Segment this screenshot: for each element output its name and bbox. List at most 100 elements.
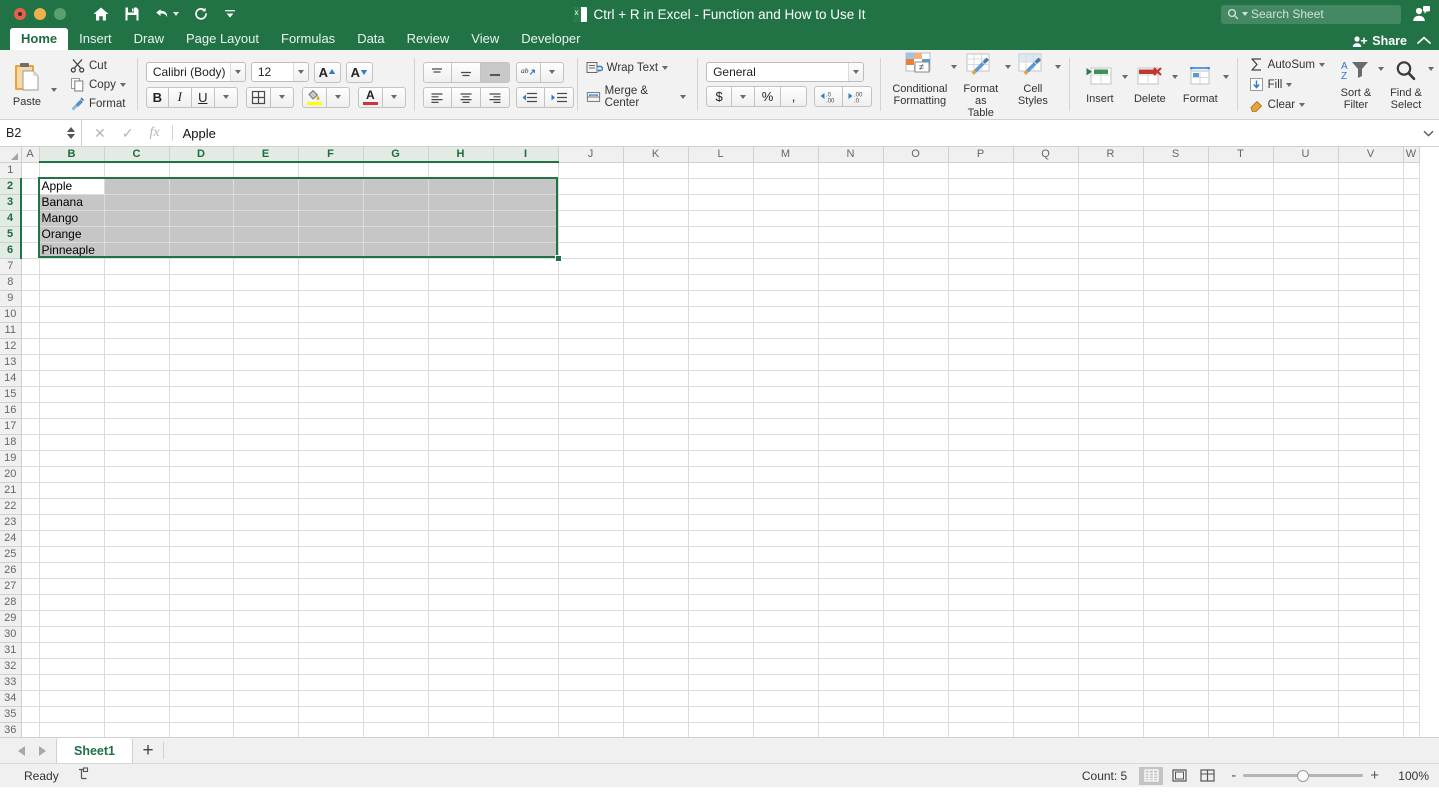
align-left-button[interactable] — [423, 87, 452, 108]
cell-g24[interactable] — [363, 530, 428, 546]
row-header-16[interactable]: 16 — [0, 402, 21, 418]
row-header-19[interactable]: 19 — [0, 450, 21, 466]
cell-k10[interactable] — [623, 306, 688, 322]
cell-i21[interactable] — [493, 482, 558, 498]
cell-t27[interactable] — [1208, 578, 1273, 594]
cell-v25[interactable] — [1338, 546, 1403, 562]
cell-n17[interactable] — [818, 418, 883, 434]
cell-v18[interactable] — [1338, 434, 1403, 450]
cell-o24[interactable] — [883, 530, 948, 546]
orientation-group[interactable]: ab — [516, 62, 564, 83]
cell-b24[interactable] — [39, 530, 104, 546]
formula-input[interactable]: Apple — [173, 120, 1417, 146]
cell-h3[interactable] — [428, 194, 493, 210]
row-header-27[interactable]: 27 — [0, 578, 21, 594]
cell-r5[interactable] — [1078, 226, 1143, 242]
cell-i33[interactable] — [493, 674, 558, 690]
cell-f11[interactable] — [298, 322, 363, 338]
cell-n14[interactable] — [818, 370, 883, 386]
row-header-18[interactable]: 18 — [0, 434, 21, 450]
cell-t29[interactable] — [1208, 610, 1273, 626]
cell-h18[interactable] — [428, 434, 493, 450]
cell-k2[interactable] — [623, 178, 688, 194]
cell-h33[interactable] — [428, 674, 493, 690]
cell-f31[interactable] — [298, 642, 363, 658]
cell-i30[interactable] — [493, 626, 558, 642]
cell-t19[interactable] — [1208, 450, 1273, 466]
search-scope-arrow[interactable] — [1242, 12, 1248, 16]
cell-t14[interactable] — [1208, 370, 1273, 386]
cell-w31[interactable] — [1403, 642, 1419, 658]
cell-a35[interactable] — [21, 706, 39, 722]
cell-n4[interactable] — [818, 210, 883, 226]
cell-i4[interactable] — [493, 210, 558, 226]
cell-h22[interactable] — [428, 498, 493, 514]
cell-h17[interactable] — [428, 418, 493, 434]
cell-f12[interactable] — [298, 338, 363, 354]
cell-n5[interactable] — [818, 226, 883, 242]
cell-r17[interactable] — [1078, 418, 1143, 434]
row-header-13[interactable]: 13 — [0, 354, 21, 370]
cell-v6[interactable] — [1338, 242, 1403, 258]
cell-c7[interactable] — [104, 258, 169, 274]
cell-s30[interactable] — [1143, 626, 1208, 642]
cell-h15[interactable] — [428, 386, 493, 402]
cell-i27[interactable] — [493, 578, 558, 594]
cell-e30[interactable] — [233, 626, 298, 642]
cell-l35[interactable] — [688, 706, 753, 722]
cut-button[interactable]: Cut — [67, 57, 129, 74]
cell-h29[interactable] — [428, 610, 493, 626]
cell-m8[interactable] — [753, 274, 818, 290]
column-header-c[interactable]: C — [104, 147, 169, 162]
cell-t2[interactable] — [1208, 178, 1273, 194]
format-painter-button[interactable]: Format — [67, 95, 129, 112]
cancel-icon[interactable]: ✕ — [94, 125, 106, 142]
row-header-17[interactable]: 17 — [0, 418, 21, 434]
cell-e29[interactable] — [233, 610, 298, 626]
cell-n11[interactable] — [818, 322, 883, 338]
cell-o3[interactable] — [883, 194, 948, 210]
cell-w26[interactable] — [1403, 562, 1419, 578]
cell-n1[interactable] — [818, 162, 883, 178]
cell-d29[interactable] — [169, 610, 233, 626]
cell-v14[interactable] — [1338, 370, 1403, 386]
cell-w16[interactable] — [1403, 402, 1419, 418]
cell-d13[interactable] — [169, 354, 233, 370]
cell-k29[interactable] — [623, 610, 688, 626]
cell-a23[interactable] — [21, 514, 39, 530]
cell-j3[interactable] — [558, 194, 623, 210]
cell-t18[interactable] — [1208, 434, 1273, 450]
cell-l27[interactable] — [688, 578, 753, 594]
tab-developer[interactable]: Developer — [510, 28, 591, 50]
cell-p8[interactable] — [948, 274, 1013, 290]
cell-j15[interactable] — [558, 386, 623, 402]
cell-w29[interactable] — [1403, 610, 1419, 626]
cell-f24[interactable] — [298, 530, 363, 546]
cell-c33[interactable] — [104, 674, 169, 690]
cell-e3[interactable] — [233, 194, 298, 210]
cell-q30[interactable] — [1013, 626, 1078, 642]
cell-l8[interactable] — [688, 274, 753, 290]
cell-v23[interactable] — [1338, 514, 1403, 530]
row-header-20[interactable]: 20 — [0, 466, 21, 482]
cell-j18[interactable] — [558, 434, 623, 450]
cell-n19[interactable] — [818, 450, 883, 466]
cell-k15[interactable] — [623, 386, 688, 402]
row-header-6[interactable]: 6 — [0, 242, 21, 258]
cell-k11[interactable] — [623, 322, 688, 338]
cell-p31[interactable] — [948, 642, 1013, 658]
cell-r11[interactable] — [1078, 322, 1143, 338]
cell-p35[interactable] — [948, 706, 1013, 722]
cell-e32[interactable] — [233, 658, 298, 674]
cell-q7[interactable] — [1013, 258, 1078, 274]
cell-n28[interactable] — [818, 594, 883, 610]
cell-p36[interactable] — [948, 722, 1013, 737]
cell-q28[interactable] — [1013, 594, 1078, 610]
cell-h13[interactable] — [428, 354, 493, 370]
cell-j6[interactable] — [558, 242, 623, 258]
decrease-font-size-button[interactable]: A — [346, 62, 373, 83]
cell-r34[interactable] — [1078, 690, 1143, 706]
cell-e25[interactable] — [233, 546, 298, 562]
cell-u6[interactable] — [1273, 242, 1338, 258]
cell-o13[interactable] — [883, 354, 948, 370]
